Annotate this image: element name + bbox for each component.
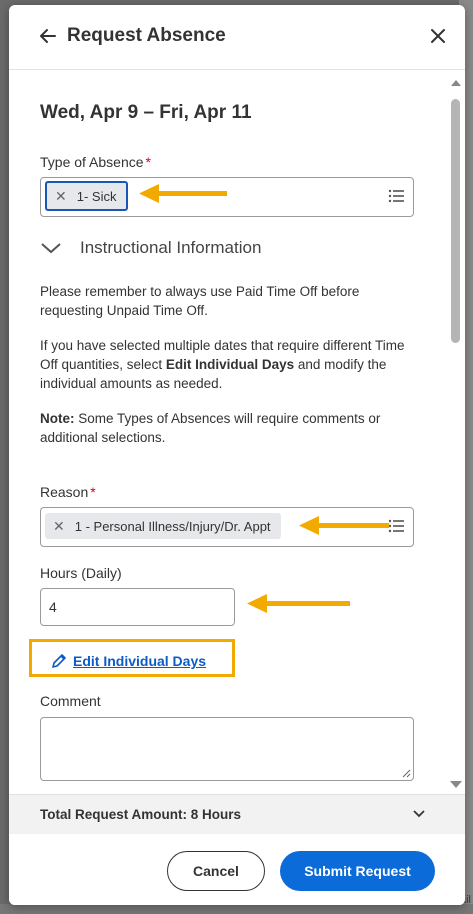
dialog-header: Request Absence [9,5,465,70]
submit-request-button[interactable]: Submit Request [280,851,435,891]
type-of-absence-label: Type of Absence * [40,154,151,170]
hours-daily-input[interactable] [40,588,235,626]
chevron-down-icon[interactable] [413,809,425,819]
reason-label: Reason * [40,484,96,500]
request-absence-dialog: Request Absence Wed, Apr 9 – Fri, Apr 11… [9,5,465,905]
instructional-info-title: Instructional Information [80,238,262,257]
type-of-absence-label-text: Type of Absence [40,154,144,170]
dialog-content[interactable]: Wed, Apr 9 – Fri, Apr 11 Type of Absence… [9,70,465,794]
comment-label: Comment [40,693,101,709]
annotation-arrow-icon [299,516,389,535]
dialog-footer: Cancel Submit Request [9,834,465,905]
reason-selected-pill[interactable]: ✕ 1 - Personal Illness/Injury/Dr. Appt [45,513,281,539]
list-prompt-icon[interactable] [388,188,405,204]
dialog-title: Request Absence [67,25,226,46]
date-range-heading: Wed, Apr 9 – Fri, Apr 11 [40,102,252,123]
reason-label-text: Reason [40,484,89,500]
remove-x-icon[interactable]: ✕ [55,188,67,205]
scroll-up-arrow-icon[interactable] [451,80,461,86]
instruction-paragraph-2: If you have selected multiple dates that… [40,336,415,393]
resize-handle-icon[interactable] [401,768,411,778]
remove-x-icon[interactable]: ✕ [53,518,65,535]
scroll-down-arrow-icon[interactable] [450,781,462,788]
chevron-down-icon [41,243,61,254]
pencil-icon [52,654,66,668]
reason-value: 1 - Personal Illness/Injury/Dr. Appt [74,518,271,534]
cancel-button[interactable]: Cancel [167,851,265,891]
hours-daily-label: Hours (Daily) [40,565,122,581]
annotation-arrow-icon [247,594,350,613]
type-of-absence-selected-pill[interactable]: ✕ 1- Sick [45,181,129,211]
required-asterisk: * [145,154,151,170]
edit-individual-days-text: Edit Individual Days [73,653,207,669]
scrollbar-thumb[interactable] [451,99,460,343]
instruction-paragraph-2-bold: Edit Individual Days [165,357,295,372]
close-x-icon[interactable] [429,27,447,45]
required-asterisk: * [90,484,96,500]
note-label: Note: [40,411,75,426]
note-text: Some Types of Absences will require comm… [40,411,381,445]
arrow-left-icon[interactable] [38,26,58,46]
instructional-info-toggle[interactable]: Instructional Information [40,238,261,258]
instruction-paragraph-1: Please remember to always use Paid Time … [40,284,360,318]
type-of-absence-value: 1- Sick [76,188,117,204]
background-bottom-strip [0,904,473,914]
edit-individual-days-link[interactable]: Edit Individual Days [51,653,206,669]
total-request-amount: Total Request Amount: 8 Hours [40,807,242,822]
comment-textarea[interactable] [40,717,414,781]
annotation-arrow-icon [139,184,227,203]
total-request-summary[interactable]: Total Request Amount: 8 Hours [9,794,465,835]
instruction-note: Note: Some Types of Absences will requir… [40,409,415,447]
